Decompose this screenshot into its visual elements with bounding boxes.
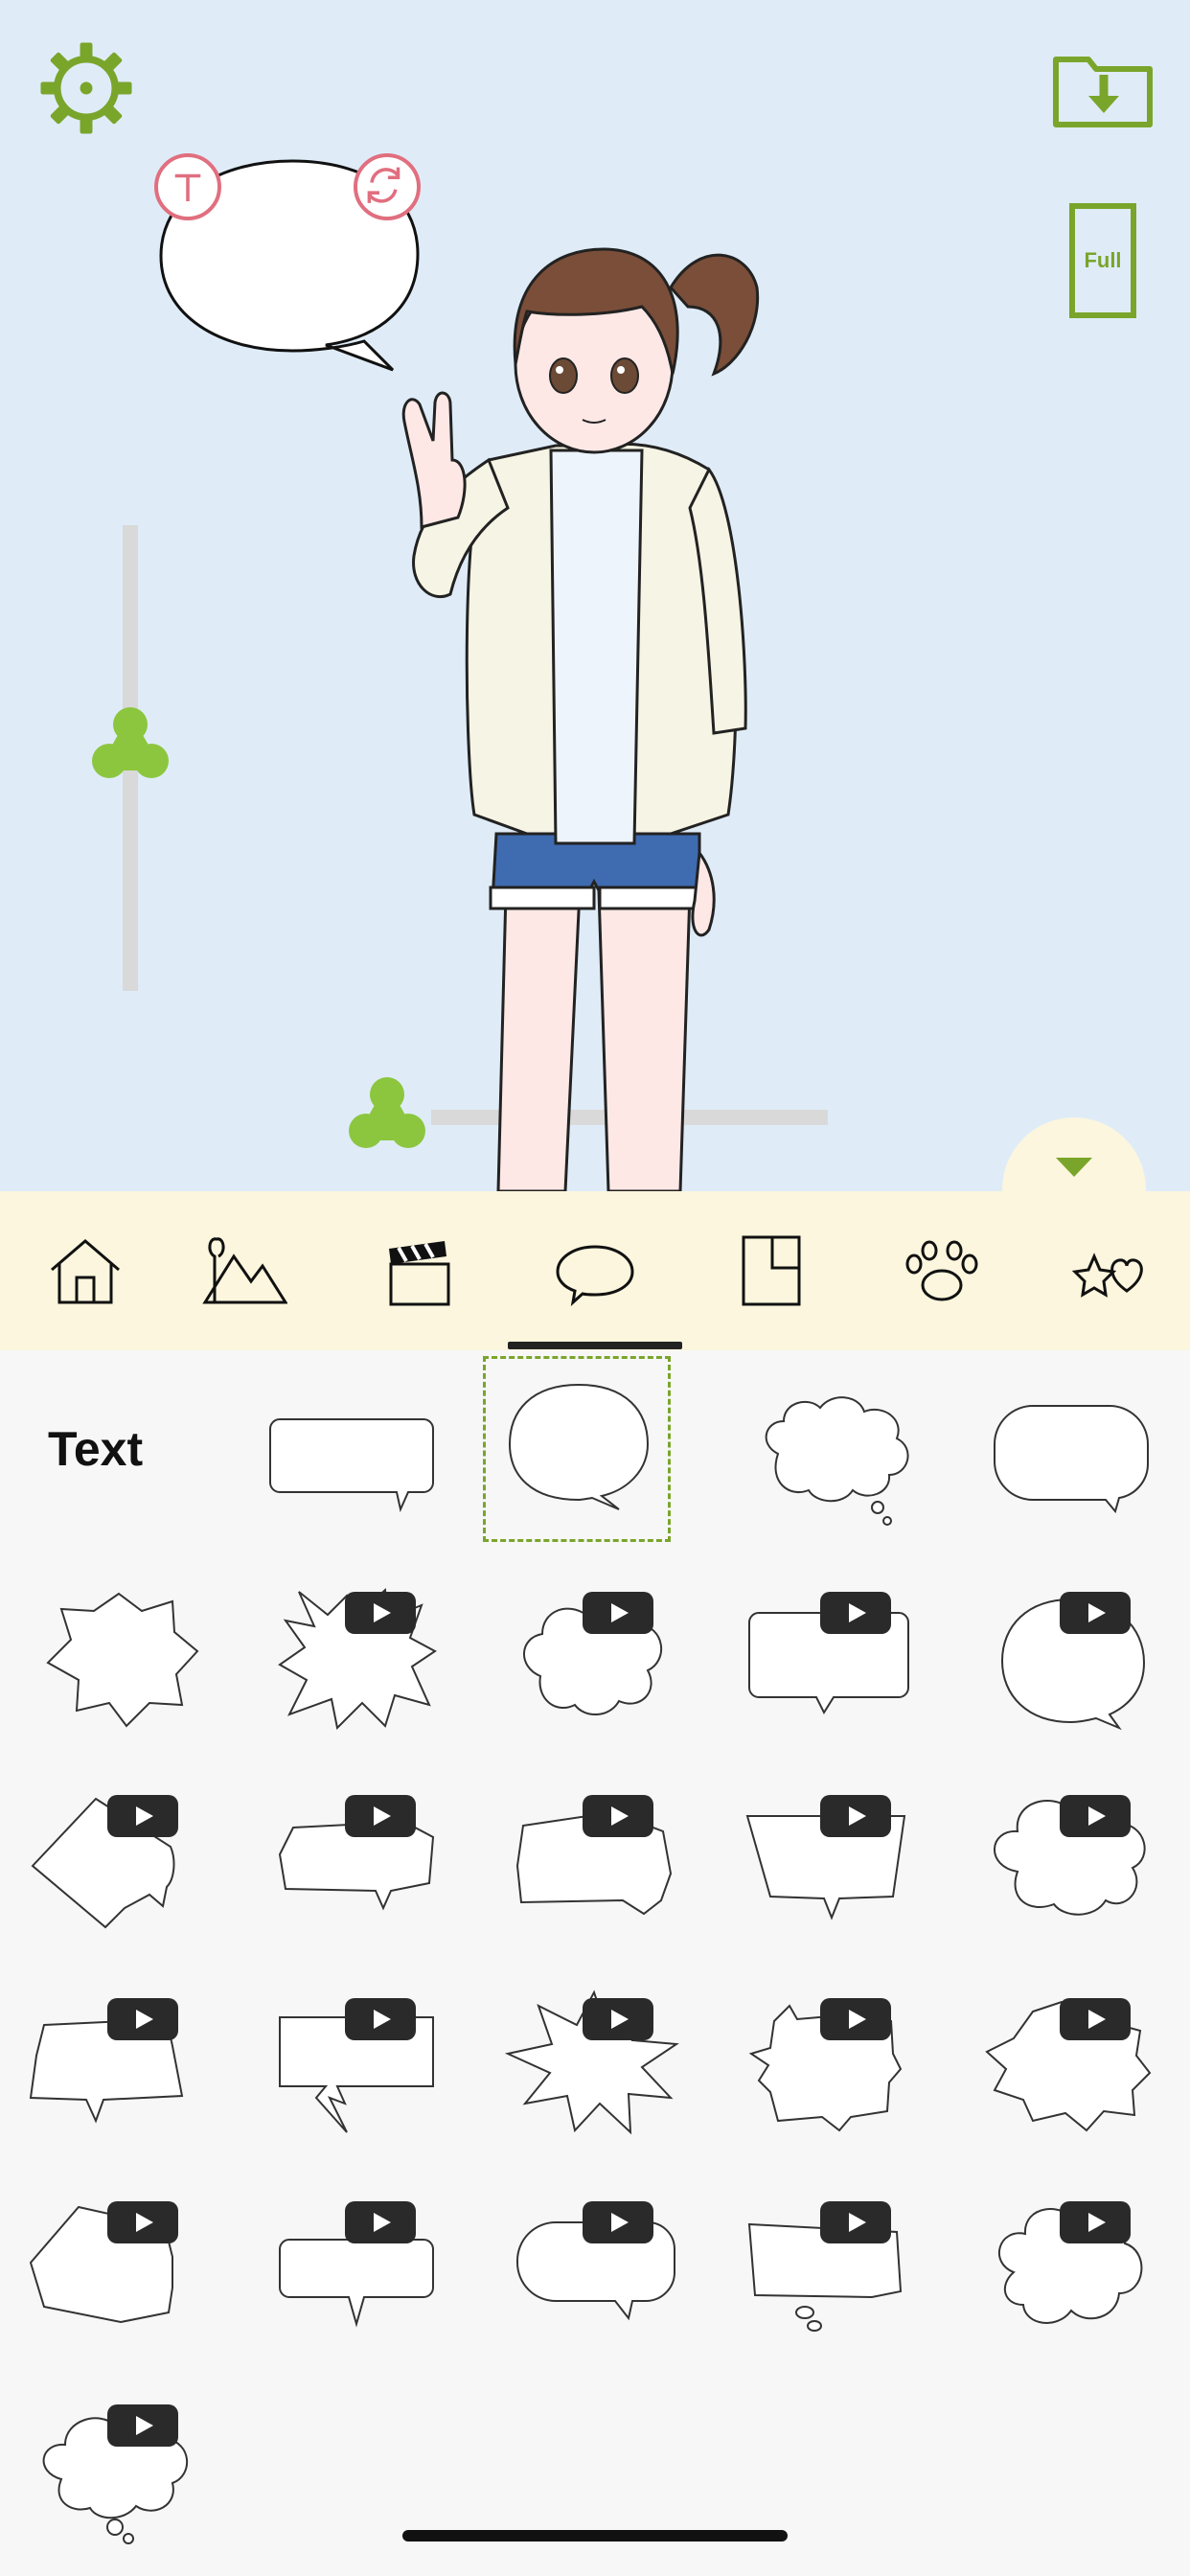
panel-layout-icon: [742, 1235, 800, 1306]
tab-panels[interactable]: [686, 1191, 856, 1350]
video-ad-lock-icon: [107, 2404, 178, 2447]
bubble-item-text-label[interactable]: Text: [48, 1421, 143, 1477]
star-heart-icon: [1071, 1253, 1143, 1298]
video-ad-lock-icon: [1060, 1795, 1131, 1837]
video-ad-lock-icon: [1060, 2201, 1131, 2243]
video-ad-lock-icon: [107, 1998, 178, 2040]
settings-button[interactable]: [34, 36, 138, 140]
bubble-item-tilted-thought[interactable]: [713, 2163, 950, 2366]
mountains-icon: [201, 1237, 287, 1304]
bubble-item-polygon-c[interactable]: [0, 1960, 238, 2163]
bubble-item-cloud[interactable]: [475, 1553, 713, 1757]
active-tab-indicator: [508, 1342, 682, 1349]
bubble-item-rounded-square[interactable]: [952, 1350, 1190, 1553]
video-ad-lock-icon: [345, 1795, 416, 1837]
bubble-item-polygon-a[interactable]: [238, 1757, 475, 1960]
video-ad-lock-icon: [820, 1795, 891, 1837]
bubble-item-hexagon[interactable]: [0, 2163, 238, 2366]
bubble-item-rect-zigzag[interactable]: [238, 1960, 475, 2163]
bubble-item-star-burst[interactable]: [475, 1960, 713, 2163]
bubble-item-pill[interactable]: [475, 2163, 713, 2366]
speech-bubble-icon: [555, 1245, 634, 1306]
category-tab-bar: [0, 1191, 1190, 1350]
rounded-square-bubble-icon: [994, 1405, 1150, 1514]
bubble-item-rect-tail[interactable]: [713, 1553, 950, 1757]
folder-download-icon: [1053, 57, 1153, 127]
bubble-item-rect-rounded[interactable]: [238, 1350, 475, 1553]
video-ad-lock-icon: [583, 1998, 653, 2040]
video-ad-lock-icon: [345, 2201, 416, 2243]
collapse-panel-button[interactable]: [1002, 1117, 1146, 1191]
video-ad-lock-icon: [583, 1795, 653, 1837]
tab-stamps[interactable]: [857, 1191, 1026, 1350]
tab-background[interactable]: [159, 1191, 329, 1350]
home-indicator: [402, 2530, 788, 2542]
video-ad-lock-icon: [820, 1998, 891, 2040]
video-ad-lock-icon: [820, 2201, 891, 2243]
bubble-item-spiky[interactable]: [238, 1553, 475, 1757]
video-ad-lock-icon: [583, 1592, 653, 1634]
bubble-item-cloud-d[interactable]: [0, 2366, 238, 2569]
video-ad-lock-icon: [107, 2201, 178, 2243]
tab-home[interactable]: [0, 1191, 170, 1350]
vertical-slider-handle-icon[interactable]: [86, 703, 174, 792]
video-ad-lock-icon: [1060, 1998, 1131, 2040]
bubble-item-cloud-c[interactable]: [952, 2163, 1190, 2366]
tab-speech-bubbles[interactable]: [510, 1191, 679, 1350]
home-icon: [50, 1239, 120, 1304]
full-view-label: Full: [1084, 248, 1122, 272]
video-ad-lock-icon: [1060, 1592, 1131, 1634]
bubble-item-burst-b[interactable]: [952, 1960, 1190, 2163]
bubble-rotate-handle[interactable]: [354, 153, 421, 220]
editor-canvas[interactable]: Full: [0, 0, 1190, 1191]
bubble-item-diamond[interactable]: [0, 1757, 238, 1960]
paw-icon: [905, 1240, 977, 1301]
bubble-style-grid: [0, 1350, 1190, 2576]
gear-icon: [40, 42, 132, 134]
clapperboard-icon: [388, 1241, 449, 1306]
tab-scene[interactable]: [335, 1191, 505, 1350]
rect-bubble-icon: [269, 1418, 434, 1513]
video-ad-lock-icon: [345, 1998, 416, 2040]
bubble-item-rough-square[interactable]: [713, 1960, 950, 2163]
tab-effects[interactable]: [1027, 1191, 1190, 1350]
video-ad-lock-icon: [583, 2201, 653, 2243]
bubble-item-burst-soft[interactable]: [0, 1553, 238, 1757]
thought-bubble-icon: [765, 1396, 909, 1526]
video-ad-lock-icon: [345, 1592, 416, 1634]
app-root: Full Text: [0, 0, 1190, 2576]
video-ad-lock-icon: [820, 1592, 891, 1634]
oval-bubble-icon: [508, 1383, 650, 1510]
save-button[interactable]: [1052, 46, 1156, 130]
bubble-item-cloud-b[interactable]: [952, 1757, 1190, 1960]
bubble-item-circle[interactable]: [952, 1553, 1190, 1757]
bubble-item-oval-selected[interactable]: [483, 1356, 671, 1542]
text-t-icon: [174, 173, 201, 202]
bubble-text-handle[interactable]: [154, 153, 221, 220]
video-ad-lock-icon: [107, 1795, 178, 1837]
bubble-item-trapezoid[interactable]: [713, 1757, 950, 1960]
bubble-item-polygon-b[interactable]: [475, 1757, 713, 1960]
bubble-item-rect-small[interactable]: [238, 2163, 475, 2366]
burst-bubble-icon: [46, 1592, 199, 1728]
full-view-button[interactable]: Full: [1069, 203, 1136, 318]
chevron-down-icon: [1056, 1158, 1092, 1177]
character-illustration[interactable]: [383, 220, 767, 1191]
rotate-icon: [367, 167, 400, 203]
bubble-item-thought[interactable]: [717, 1350, 954, 1553]
